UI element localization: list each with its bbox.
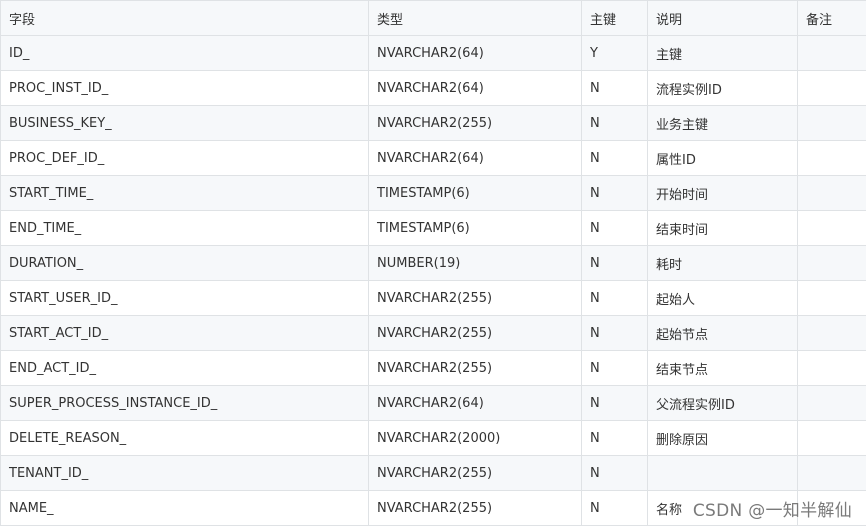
table-body: ID_ NVARCHAR2(64) Y 主键 PROC_INST_ID_ NVARCHAR… bbox=[0, 35, 866, 526]
cell-remark bbox=[797, 70, 866, 106]
cell-field: NAME_ bbox=[0, 490, 369, 526]
cell-type: NVARCHAR2(64) bbox=[368, 70, 582, 106]
cell-description: 起始节点 bbox=[647, 315, 798, 351]
cell-primary-key: N bbox=[581, 105, 648, 141]
table-row: DURATION_ NUMBER(19) N 耗时 bbox=[0, 245, 866, 281]
cell-primary-key: N bbox=[581, 490, 648, 526]
cell-type: NVARCHAR2(64) bbox=[368, 35, 582, 71]
cell-remark bbox=[797, 210, 866, 246]
cell-type: NVARCHAR2(255) bbox=[368, 280, 582, 316]
table-row: PROC_DEF_ID_ NVARCHAR2(64) N 属性ID bbox=[0, 140, 866, 176]
cell-primary-key: N bbox=[581, 315, 648, 351]
table-row: START_USER_ID_ NVARCHAR2(255) N 起始人 bbox=[0, 280, 866, 316]
cell-type: NVARCHAR2(255) bbox=[368, 455, 582, 491]
cell-remark bbox=[797, 280, 866, 316]
cell-remark bbox=[797, 420, 866, 456]
cell-description: 起始人 bbox=[647, 280, 798, 316]
cell-description bbox=[647, 455, 798, 491]
cell-field: DURATION_ bbox=[0, 245, 369, 281]
table-row: BUSINESS_KEY_ NVARCHAR2(255) N 业务主键 bbox=[0, 105, 866, 141]
cell-description: 属性ID bbox=[647, 140, 798, 176]
table-row: START_TIME_ TIMESTAMP(6) N 开始时间 bbox=[0, 175, 866, 211]
cell-field: START_USER_ID_ bbox=[0, 280, 369, 316]
cell-description: 名称 bbox=[647, 490, 798, 526]
cell-primary-key: N bbox=[581, 245, 648, 281]
table-row: ID_ NVARCHAR2(64) Y 主键 bbox=[0, 35, 866, 71]
table-row: END_TIME_ TIMESTAMP(6) N 结束时间 bbox=[0, 210, 866, 246]
cell-remark bbox=[797, 490, 866, 526]
cell-description: 删除原因 bbox=[647, 420, 798, 456]
cell-type: NVARCHAR2(255) bbox=[368, 105, 582, 141]
cell-field: PROC_INST_ID_ bbox=[0, 70, 369, 106]
cell-primary-key: N bbox=[581, 140, 648, 176]
cell-primary-key: N bbox=[581, 210, 648, 246]
cell-type: NVARCHAR2(64) bbox=[368, 385, 582, 421]
cell-remark bbox=[797, 350, 866, 386]
cell-primary-key: N bbox=[581, 385, 648, 421]
cell-type: NVARCHAR2(2000) bbox=[368, 420, 582, 456]
cell-field: END_ACT_ID_ bbox=[0, 350, 369, 386]
cell-remark bbox=[797, 315, 866, 351]
cell-description: 业务主键 bbox=[647, 105, 798, 141]
cell-field: BUSINESS_KEY_ bbox=[0, 105, 369, 141]
header-row: 字段 类型 主键 说明 备注 bbox=[0, 0, 866, 36]
cell-field: START_ACT_ID_ bbox=[0, 315, 369, 351]
cell-remark bbox=[797, 140, 866, 176]
cell-primary-key: N bbox=[581, 350, 648, 386]
header-primary-key: 主键 bbox=[581, 0, 648, 36]
cell-field: PROC_DEF_ID_ bbox=[0, 140, 369, 176]
cell-type: NUMBER(19) bbox=[368, 245, 582, 281]
cell-remark bbox=[797, 35, 866, 71]
cell-field: START_TIME_ bbox=[0, 175, 369, 211]
cell-remark bbox=[797, 385, 866, 421]
field-table: 字段 类型 主键 说明 备注 ID_ NVARCHAR2(64) Y 主键 PROC_I… bbox=[0, 0, 866, 526]
cell-remark bbox=[797, 455, 866, 491]
header-remark: 备注 bbox=[797, 0, 866, 36]
table-header: 字段 类型 主键 说明 备注 bbox=[0, 0, 866, 36]
cell-type: NVARCHAR2(255) bbox=[368, 315, 582, 351]
table-row: NAME_ NVARCHAR2(255) N 名称 bbox=[0, 490, 866, 526]
table-row: PROC_INST_ID_ NVARCHAR2(64) N 流程实例ID bbox=[0, 70, 866, 106]
cell-description: 开始时间 bbox=[647, 175, 798, 211]
cell-primary-key: N bbox=[581, 455, 648, 491]
cell-description: 主键 bbox=[647, 35, 798, 71]
table-row: START_ACT_ID_ NVARCHAR2(255) N 起始节点 bbox=[0, 315, 866, 351]
header-type: 类型 bbox=[368, 0, 582, 36]
cell-primary-key: Y bbox=[581, 35, 648, 71]
cell-remark bbox=[797, 245, 866, 281]
cell-type: NVARCHAR2(255) bbox=[368, 350, 582, 386]
cell-description: 结束节点 bbox=[647, 350, 798, 386]
cell-primary-key: N bbox=[581, 175, 648, 211]
cell-field: ID_ bbox=[0, 35, 369, 71]
cell-description: 流程实例ID bbox=[647, 70, 798, 106]
table-row: DELETE_REASON_ NVARCHAR2(2000) N 删除原因 bbox=[0, 420, 866, 456]
table-row: END_ACT_ID_ NVARCHAR2(255) N 结束节点 bbox=[0, 350, 866, 386]
cell-field: END_TIME_ bbox=[0, 210, 369, 246]
cell-description: 结束时间 bbox=[647, 210, 798, 246]
cell-description: 耗时 bbox=[647, 245, 798, 281]
cell-type: TIMESTAMP(6) bbox=[368, 210, 582, 246]
cell-remark bbox=[797, 105, 866, 141]
cell-primary-key: N bbox=[581, 70, 648, 106]
cell-field: TENANT_ID_ bbox=[0, 455, 369, 491]
cell-primary-key: N bbox=[581, 280, 648, 316]
table-row: SUPER_PROCESS_INSTANCE_ID_ NVARCHAR2(64) N… bbox=[0, 385, 866, 421]
cell-field: DELETE_REASON_ bbox=[0, 420, 369, 456]
table-row: TENANT_ID_ NVARCHAR2(255) N bbox=[0, 455, 866, 491]
cell-description: 父流程实例ID bbox=[647, 385, 798, 421]
cell-type: NVARCHAR2(64) bbox=[368, 140, 582, 176]
cell-type: NVARCHAR2(255) bbox=[368, 490, 582, 526]
header-description: 说明 bbox=[647, 0, 798, 36]
header-field: 字段 bbox=[0, 0, 369, 36]
cell-remark bbox=[797, 175, 866, 211]
cell-type: TIMESTAMP(6) bbox=[368, 175, 582, 211]
cell-primary-key: N bbox=[581, 420, 648, 456]
cell-field: SUPER_PROCESS_INSTANCE_ID_ bbox=[0, 385, 369, 421]
